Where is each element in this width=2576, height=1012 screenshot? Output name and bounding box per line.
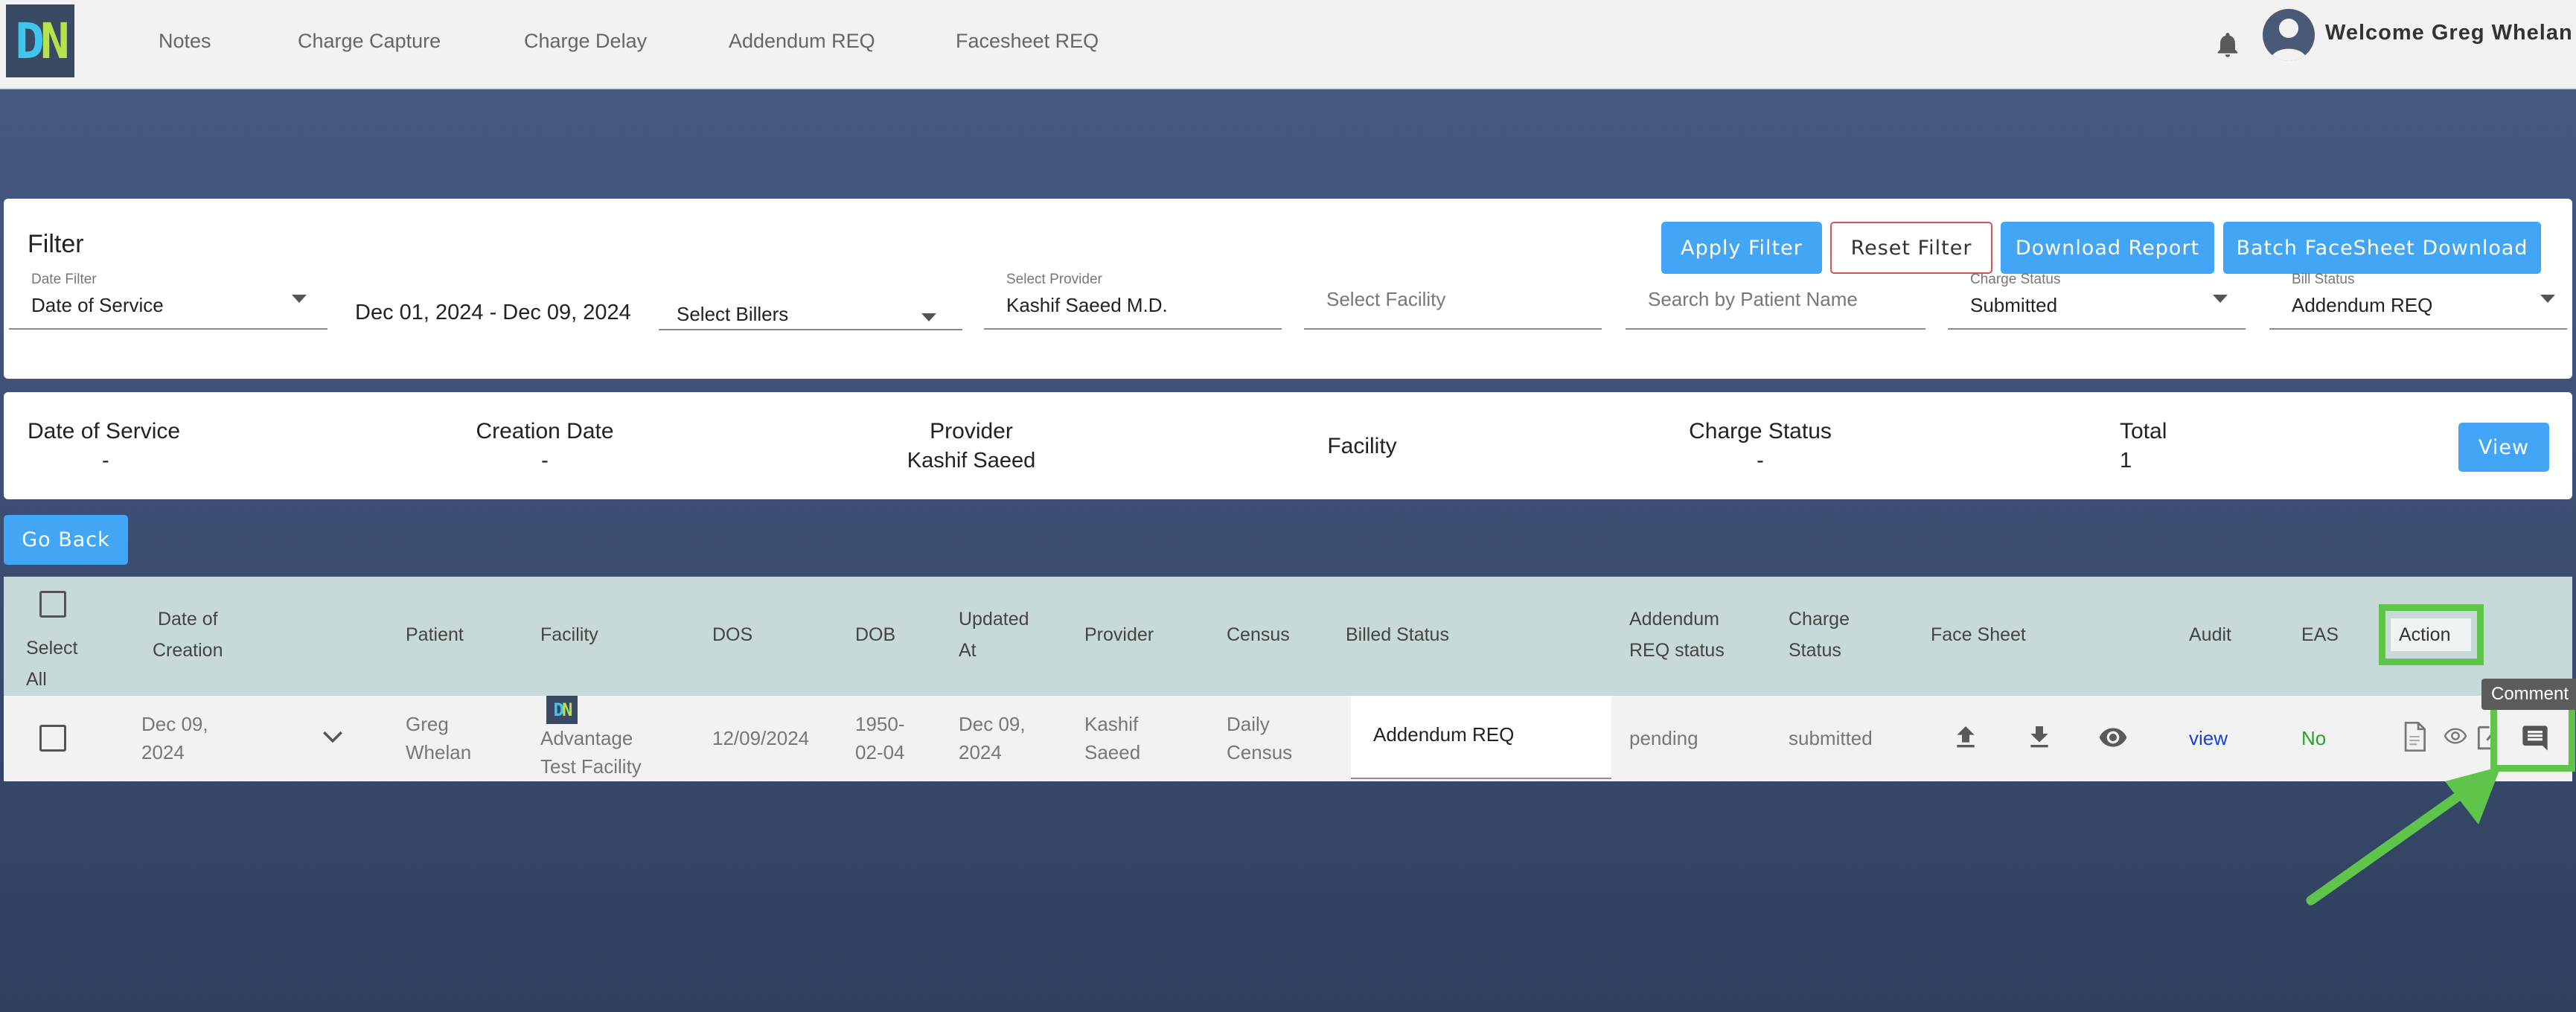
- header-billed-status[interactable]: Billed Status: [1346, 619, 1449, 650]
- cell-updated-at: Dec 09, 2024: [959, 713, 1026, 763]
- header-audit: Audit: [2189, 624, 2231, 645]
- chevron-down-icon: [2213, 295, 2228, 303]
- charge-status-select[interactable]: Charge Status Submitted: [1948, 272, 2246, 330]
- date-range-picker[interactable]: Dec 01, 2024 - Dec 09, 2024: [355, 301, 631, 325]
- summary-panel: Date of Service - Creation Date - Provid…: [4, 392, 2572, 499]
- filter-panel: Filter Apply Filter Reset Filter Downloa…: [4, 199, 2572, 379]
- eye-outline-icon[interactable]: [2441, 724, 2470, 748]
- cell-addendum-status: pending: [1629, 727, 1698, 749]
- app-logo[interactable]: DN: [6, 4, 74, 77]
- date-filter-select[interactable]: Date Filter Date of Service: [9, 272, 327, 330]
- document-icon[interactable]: [2402, 721, 2427, 752]
- cell-dos: 12/09/2024: [712, 727, 810, 749]
- download-icon[interactable]: [2024, 723, 2054, 752]
- select-all-checkbox[interactable]: [39, 591, 66, 618]
- cell-charge-status: submitted: [1789, 727, 1873, 749]
- header-provider[interactable]: Provider: [1084, 619, 1154, 650]
- facility-select[interactable]: Select Facility: [1304, 272, 1602, 330]
- eye-icon[interactable]: [2096, 723, 2130, 752]
- top-navigation-bar: DN Notes Charge Capture Charge Delay Add…: [0, 0, 2576, 89]
- header-census[interactable]: Census: [1227, 619, 1290, 650]
- cell-eas: No: [2301, 727, 2327, 749]
- go-back-button[interactable]: Go Back: [4, 515, 128, 565]
- billers-select[interactable]: Select Billers: [659, 303, 962, 330]
- header-patient[interactable]: Patient: [406, 619, 464, 650]
- chevron-down-icon: [921, 313, 936, 321]
- nav-notes[interactable]: Notes: [159, 30, 211, 53]
- annotation-arrow: [2306, 766, 2501, 906]
- table-header: Select All Date of Creation Patient Faci…: [4, 577, 2572, 696]
- header-charge-status[interactable]: Charge Status: [1789, 603, 1850, 666]
- nav-addendum-req[interactable]: Addendum REQ: [729, 30, 875, 53]
- filter-title: Filter: [28, 230, 84, 258]
- patient-search-input[interactable]: Search by Patient Name: [1626, 272, 1925, 330]
- cell-facility: Advantage Test Facility: [540, 727, 642, 778]
- summary-provider: Provider Kashif Saeed: [907, 419, 1036, 473]
- cell-census: Daily Census: [1227, 713, 1293, 763]
- download-report-button[interactable]: Download Report: [2001, 222, 2214, 274]
- cell-patient: Greg Whelan: [406, 713, 472, 763]
- cell-provider: Kashif Saeed: [1084, 713, 1141, 763]
- header-dob[interactable]: DOB: [855, 619, 895, 650]
- row-checkbox[interactable]: [39, 725, 66, 752]
- bell-icon[interactable]: [2213, 28, 2243, 61]
- batch-facesheet-download-button[interactable]: Batch FaceSheet Download: [2223, 222, 2541, 274]
- comment-tooltip: Comment: [2481, 679, 2576, 710]
- user-avatar-icon[interactable]: [2263, 9, 2315, 61]
- summary-facility: Facility: [1327, 434, 1397, 458]
- billed-status-select[interactable]: Addendum REQ: [1351, 696, 1611, 779]
- nav-charge-delay[interactable]: Charge Delay: [524, 30, 647, 53]
- comment-icon[interactable]: [2520, 723, 2550, 753]
- facility-logo-icon: DN: [546, 696, 578, 724]
- header-date-of-creation[interactable]: Date of Creation: [153, 603, 223, 666]
- table-row: Dec 09, 2024 Greg Whelan DN Advantage Te…: [4, 696, 2575, 781]
- summary-charge-status: Charge Status -: [1689, 419, 1832, 473]
- header-addendum-req-status[interactable]: Addendum REQ status: [1629, 603, 1725, 666]
- chevron-down-icon: [2540, 295, 2555, 303]
- header-eas: EAS: [2301, 624, 2339, 645]
- header-updated-at[interactable]: Updated At: [959, 603, 1029, 666]
- audit-view-link[interactable]: view: [2189, 724, 2228, 752]
- chevron-down-icon[interactable]: [322, 729, 343, 744]
- summary-creation-date: Creation Date -: [476, 419, 614, 473]
- header-select-all: Select All: [26, 638, 78, 690]
- chevron-down-icon: [292, 295, 307, 303]
- upload-icon[interactable]: [1951, 723, 1981, 752]
- view-summary-button[interactable]: View: [2458, 423, 2549, 472]
- summary-total: Total 1: [2120, 419, 2167, 473]
- bill-status-select[interactable]: Bill Status Addendum REQ: [2269, 272, 2567, 330]
- welcome-user-text[interactable]: Welcome Greg Whelan: [2325, 21, 2573, 45]
- nav-facesheet-req[interactable]: Facesheet REQ: [956, 30, 1099, 53]
- header-face-sheet: Face Sheet: [1931, 624, 2026, 645]
- cell-date-of-creation: Dec 09, 2024: [141, 713, 208, 763]
- reset-filter-button[interactable]: Reset Filter: [1830, 222, 1992, 274]
- apply-filter-button[interactable]: Apply Filter: [1661, 222, 1822, 274]
- nav-charge-capture[interactable]: Charge Capture: [298, 30, 441, 53]
- header-facility[interactable]: Facility: [540, 619, 598, 650]
- header-dos[interactable]: DOS: [712, 619, 752, 650]
- summary-date-of-service: Date of Service -: [28, 419, 181, 473]
- header-action: Action: [2391, 618, 2471, 651]
- cell-dob: 1950- 02-04: [855, 713, 905, 763]
- provider-select[interactable]: Select Provider Kashif Saeed M.D.: [984, 272, 1282, 330]
